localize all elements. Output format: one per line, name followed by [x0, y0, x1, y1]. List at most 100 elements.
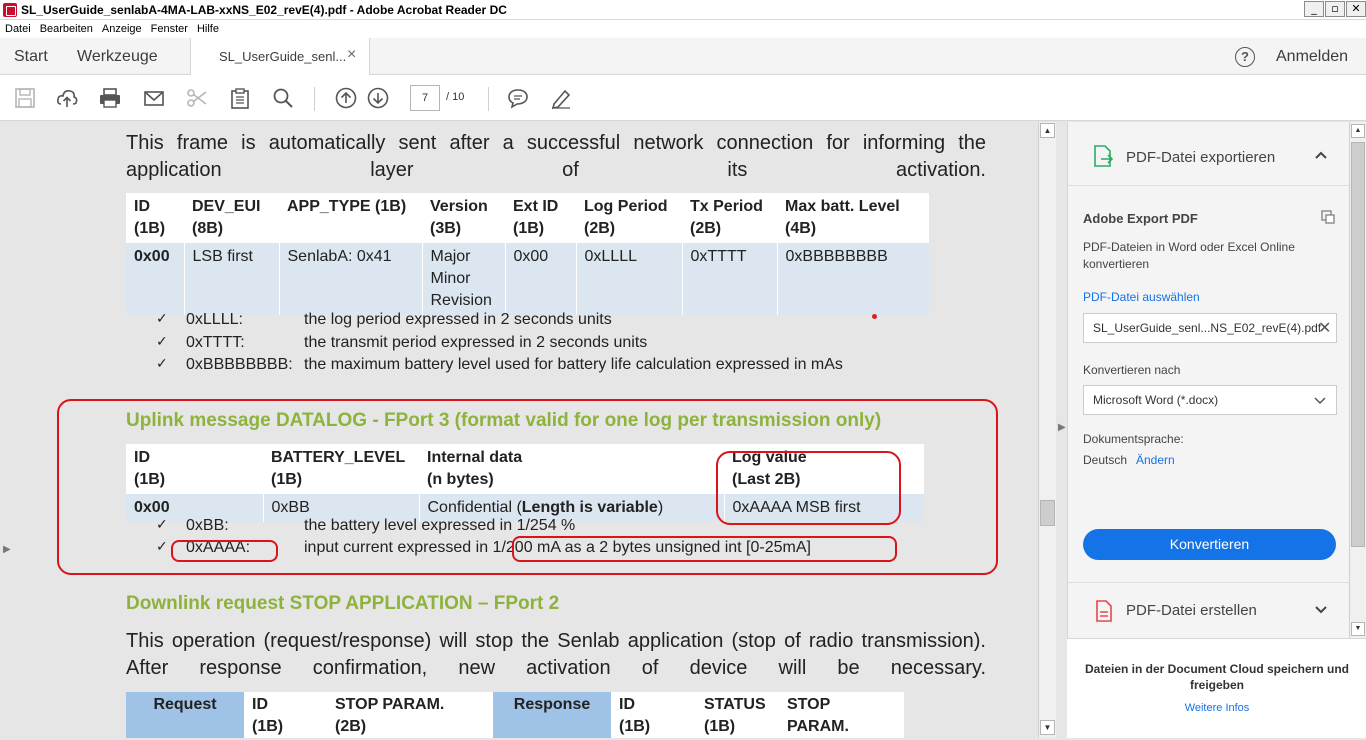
menu-datei[interactable]: Datei: [5, 23, 31, 35]
annotation-outline: [512, 536, 897, 562]
page-total: / 10: [446, 91, 465, 103]
upload-icon[interactable]: [56, 87, 78, 109]
create-pdf-section[interactable]: PDF-Datei erstellen: [1068, 582, 1350, 638]
menu-bearbeiten[interactable]: Bearbeiten: [40, 23, 93, 35]
chevron-up-icon[interactable]: [1314, 150, 1328, 160]
table1-header: Tx Period (2B): [682, 193, 777, 243]
toolbar-divider: [488, 87, 489, 111]
menu-hilfe[interactable]: Hilfe: [197, 23, 219, 35]
table1-header: Log Period (2B): [576, 193, 682, 243]
table3-cell: STOP PARAM. (2B): [779, 692, 904, 738]
create-pdf-title: PDF-Datei erstellen: [1126, 602, 1257, 619]
convert-format-value: Microsoft Word (*.docx): [1093, 393, 1219, 407]
restore-button[interactable]: ▫: [1325, 1, 1345, 17]
collapse-left-icon[interactable]: ▶: [3, 544, 11, 555]
pen-icon[interactable]: [550, 87, 572, 109]
minimize-button[interactable]: _: [1304, 1, 1324, 17]
chevron-down-icon[interactable]: [1314, 605, 1328, 615]
table1-header: ID (1B): [126, 193, 184, 243]
scroll-thumb[interactable]: [1351, 142, 1365, 547]
cloud-text: Dateien in der Document Cloud speichern …: [1084, 662, 1350, 692]
note-key: 0xBBBBBBBB:: [186, 356, 293, 373]
menu-fenster[interactable]: Fenster: [151, 23, 188, 35]
close-window-button[interactable]: ✕: [1346, 1, 1366, 17]
window-controls: _ ▫ ✕: [1304, 1, 1366, 17]
table3-cell: STATUS (1B): [696, 692, 779, 738]
adobe-export-title: Adobe Export PDF: [1083, 211, 1198, 226]
annotation-outline: [716, 451, 901, 525]
table3-cell: ID (1B): [244, 692, 327, 738]
page-number-input[interactable]: 7: [410, 85, 440, 111]
table1-cell: 0xLLLL: [575, 243, 682, 315]
document-view[interactable]: This frame is automatically sent after a…: [0, 122, 1040, 738]
note-description: the log period expressed in 2 seconds un…: [304, 311, 612, 328]
document-tab-label: SL_UserGuide_senl...: [219, 49, 347, 64]
scroll-down-icon[interactable]: ▼: [1351, 622, 1365, 636]
stop-application-table: Request ID (1B) STOP PARAM. (2B) Respons…: [126, 692, 904, 738]
clipboard-icon[interactable]: [229, 87, 251, 109]
close-tab-icon[interactable]: ×: [347, 46, 356, 64]
toggle-right-pane-icon[interactable]: ▶: [1058, 422, 1066, 433]
table1-header: APP_TYPE (1B): [279, 193, 422, 243]
annotation-dot: [872, 314, 877, 319]
tab-tools[interactable]: Werkzeuge: [77, 48, 158, 66]
table1-cell: LSB first: [183, 243, 279, 315]
search-icon[interactable]: [272, 87, 294, 109]
convert-to-label: Konvertieren nach: [1083, 363, 1181, 377]
scissors-icon[interactable]: [186, 87, 208, 109]
export-options-icon[interactable]: [1320, 209, 1336, 225]
acrobat-logo-icon: [3, 2, 17, 17]
downlink-heading: Downlink request STOP APPLICATION – FPor…: [126, 593, 560, 614]
mail-icon[interactable]: [143, 87, 165, 109]
check-icon: ✓: [156, 311, 168, 327]
table3-cell: STOP PARAM. (2B): [327, 692, 493, 738]
export-pdf-title: PDF-Datei exportieren: [1126, 149, 1276, 166]
stop-paragraph: This operation (request/response) will s…: [126, 630, 986, 679]
document-language-label: Dokumentsprache:: [1083, 432, 1184, 446]
table1-cell: 0xBBBBBBBB: [776, 243, 929, 315]
activation-frame-table: ID (1B) DEV_EUI (8B) APP_TYPE (1B) Versi…: [126, 193, 929, 315]
scroll-up-icon[interactable]: ▲: [1040, 123, 1055, 138]
note-description: the transmit period expressed in 2 secon…: [304, 334, 648, 351]
table1-cell: 0x00: [504, 243, 576, 315]
document-scrollbar[interactable]: ▲ ▼: [1038, 122, 1056, 738]
export-description: PDF-Dateien in Word oder Excel Online ko…: [1083, 240, 1295, 271]
toolbar-divider: [314, 87, 315, 111]
page-up-icon[interactable]: [335, 87, 357, 109]
chevron-down-icon[interactable]: [1314, 397, 1326, 405]
menu-bar: Datei Bearbeiten Anzeige Fenster Hilfe: [0, 20, 1366, 38]
help-icon[interactable]: ?: [1235, 47, 1255, 67]
annotation-outline: [171, 540, 278, 562]
title-bar: SL_UserGuide_senlabA-4MA-LAB-xxNS_E02_re…: [0, 0, 1366, 20]
page-down-icon[interactable]: [367, 87, 389, 109]
tab-row: Start Werkzeuge SL_UserGuide_senl... × ?…: [0, 38, 1366, 75]
save-icon[interactable]: [14, 87, 36, 109]
more-info-link[interactable]: Weitere Infos: [1081, 702, 1353, 714]
tab-document[interactable]: SL_UserGuide_senl... ×: [190, 38, 370, 75]
comment-icon[interactable]: [507, 87, 529, 109]
tools-pane-scrollbar[interactable]: ▲ ▼: [1349, 122, 1366, 638]
tab-start[interactable]: Start: [14, 48, 48, 66]
document-language-value: Deutsch: [1083, 453, 1128, 467]
table1-cell: 0xTTTT: [681, 243, 777, 315]
scroll-thumb[interactable]: [1040, 500, 1055, 526]
window-title: SL_UserGuide_senlabA-4MA-LAB-xxNS_E02_re…: [21, 2, 507, 17]
sign-in-button[interactable]: Anmelden: [1276, 48, 1348, 66]
select-file-link[interactable]: PDF-Datei auswählen: [1083, 290, 1200, 304]
table1-header: Ext ID (1B): [505, 193, 576, 243]
selected-file-field[interactable]: SL_UserGuide_senl...NS_E02_revE(4).pdf: [1083, 313, 1337, 343]
scroll-up-icon[interactable]: ▲: [1351, 124, 1365, 138]
table3-cell: Response: [493, 692, 611, 738]
scroll-down-icon[interactable]: ▼: [1040, 720, 1055, 735]
clear-file-icon[interactable]: ✕: [1318, 318, 1331, 338]
convert-button[interactable]: Konvertieren: [1083, 529, 1336, 560]
convert-format-select[interactable]: Microsoft Word (*.docx): [1083, 385, 1337, 415]
export-pdf-section[interactable]: PDF-Datei exportieren: [1068, 122, 1350, 186]
table1-cell: Major Minor Revision: [421, 243, 505, 315]
selected-file-name: SL_UserGuide_senl...NS_E02_revE(4).pdf: [1093, 321, 1322, 335]
menu-anzeige[interactable]: Anzeige: [102, 23, 142, 35]
print-icon[interactable]: [99, 87, 121, 109]
check-icon: ✓: [156, 356, 168, 372]
change-language-link[interactable]: Ändern: [1136, 453, 1175, 467]
table1-header: Version (3B): [422, 193, 505, 243]
